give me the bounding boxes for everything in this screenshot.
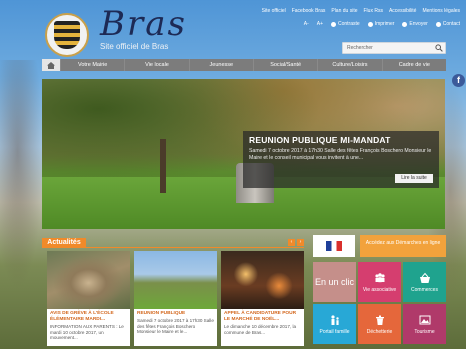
- main-nav: Votre Mairie Vie locale Jeunesse Social/…: [42, 59, 446, 71]
- flag-icon: [326, 241, 342, 251]
- font-larger-button[interactable]: A+: [317, 21, 323, 27]
- background-tree-left: [0, 60, 44, 290]
- news-card[interactable]: REUNION PUBLIQUE Samedi 7 octobre 2017 à…: [134, 251, 217, 346]
- hero-title[interactable]: REUNION PUBLIQUE MI-MANDAT: [249, 135, 433, 145]
- logo-emblem[interactable]: [45, 13, 89, 57]
- landscape-icon: [419, 315, 430, 324]
- tile-portail-famille[interactable]: Portail famille: [313, 304, 356, 344]
- online-procedures-button[interactable]: Accédez aux Démarches en ligne: [360, 235, 446, 257]
- site-tagline: Site officiel de Bras: [100, 42, 169, 51]
- news-card[interactable]: AVIS DE GRÈVE À L'ÉCOLE ÉLÉMENTAIRE MARD…: [47, 251, 130, 346]
- site-name[interactable]: Bras: [100, 4, 240, 44]
- french-flag-link[interactable]: [313, 235, 355, 257]
- home-button[interactable]: [42, 59, 60, 71]
- tile-label: Vie associative: [362, 286, 397, 293]
- facebook-icon[interactable]: f: [452, 74, 465, 87]
- tile-label: En un clic: [314, 276, 355, 287]
- tile-label: Tourisme: [414, 328, 435, 335]
- search-input[interactable]: Rechercher: [342, 42, 446, 54]
- toolbar: A- A+ Contraste Imprimer Envoyer Contact: [228, 19, 460, 29]
- news-prev-button[interactable]: ‹: [288, 239, 295, 246]
- nav-item-jeunesse[interactable]: Jeunesse: [188, 59, 253, 71]
- recycle-bin-icon: [375, 315, 384, 325]
- nav-item-culture-loisirs[interactable]: Culture/Loisirs: [317, 59, 381, 71]
- tile-commerces[interactable]: Commerces: [403, 262, 446, 302]
- people-icon: [374, 272, 385, 282]
- tile-label: Déchetterie: [366, 328, 393, 335]
- nav-item-vie-locale[interactable]: Vie locale: [124, 59, 188, 71]
- news-card-title: AVIS DE GRÈVE À L'ÉCOLE ÉLÉMENTAIRE MARD…: [50, 311, 114, 322]
- send-button[interactable]: Envoyer: [402, 21, 428, 27]
- quick-access-tiles: En un clic Vie associative Commerces Por…: [313, 262, 446, 344]
- tile-en-un-clic[interactable]: En un clic: [313, 262, 356, 302]
- tile-vie-associative[interactable]: Vie associative: [358, 262, 401, 302]
- news-header: Actualités ‹ ›: [42, 238, 304, 248]
- top-links: Site officiel Facebook Bras Plan du site…: [262, 8, 460, 18]
- print-button[interactable]: Imprimer: [367, 21, 394, 27]
- mail-icon: [435, 21, 441, 27]
- envelope-icon: [402, 21, 408, 27]
- contact-button[interactable]: Contact: [435, 21, 460, 27]
- news-thumbnail: [134, 251, 217, 309]
- basket-icon: [419, 272, 430, 283]
- news-card-text: Samedi 7 octobre 2017 à 17h30 Salle des …: [137, 318, 214, 335]
- toplink-site[interactable]: Site officiel: [262, 8, 286, 18]
- font-smaller-button[interactable]: A-: [304, 21, 309, 27]
- toplink-accessibility[interactable]: Accessibilité: [389, 8, 417, 18]
- news-card[interactable]: APPEL À CANDIDATURE POUR LE MARCHÉ DE NO…: [221, 251, 304, 346]
- news-next-button[interactable]: ›: [297, 239, 304, 246]
- read-more-button[interactable]: Lire la suite: [395, 174, 433, 183]
- hero-text: Samedi 7 octobre 2017 à 17h30 Salle des …: [249, 148, 432, 161]
- news-card-title: REUNION PUBLIQUE: [137, 311, 186, 316]
- coat-of-arms-icon: [54, 21, 80, 49]
- tile-label: Portail famille: [319, 328, 350, 335]
- tile-dechetterie[interactable]: Déchetterie: [358, 304, 401, 344]
- news-card-title: APPEL À CANDIDATURE POUR LE MARCHÉ DE NO…: [224, 311, 297, 322]
- nav-item-cadre-de-vie[interactable]: Cadre de vie: [381, 59, 446, 71]
- toplink-rss[interactable]: Flux Rss: [364, 8, 383, 18]
- toplink-facebook[interactable]: Facebook Bras: [292, 8, 326, 18]
- hero-tree-trunk: [160, 139, 166, 193]
- tile-label: Commerces: [411, 286, 438, 293]
- news-card-text: Le dimanche 10 décembre 2017, la commune…: [224, 324, 297, 335]
- contrast-button[interactable]: Contraste: [331, 21, 360, 27]
- news-thumbnail: [221, 251, 304, 309]
- news-section-title: Actualités: [42, 238, 86, 248]
- nav-item-social-sante[interactable]: Social/Santé: [252, 59, 317, 71]
- toplink-sitemap[interactable]: Plan du site: [331, 8, 357, 18]
- news-card-text: INFORMATION AUX PARENTS : Le mardi 10 oc…: [50, 324, 124, 341]
- nav-item-mairie[interactable]: Votre Mairie: [60, 59, 124, 71]
- toplink-legal[interactable]: Mentions légales: [422, 8, 460, 18]
- search-icon[interactable]: [435, 44, 443, 52]
- home-icon: [47, 61, 55, 69]
- hero-caption: REUNION PUBLIQUE MI-MANDAT Samedi 7 octo…: [243, 131, 439, 188]
- family-icon: [330, 314, 339, 325]
- tile-tourisme[interactable]: Tourisme: [403, 304, 446, 344]
- news-thumbnail: [47, 251, 130, 309]
- print-icon: [367, 21, 373, 27]
- contrast-icon: [331, 21, 336, 27]
